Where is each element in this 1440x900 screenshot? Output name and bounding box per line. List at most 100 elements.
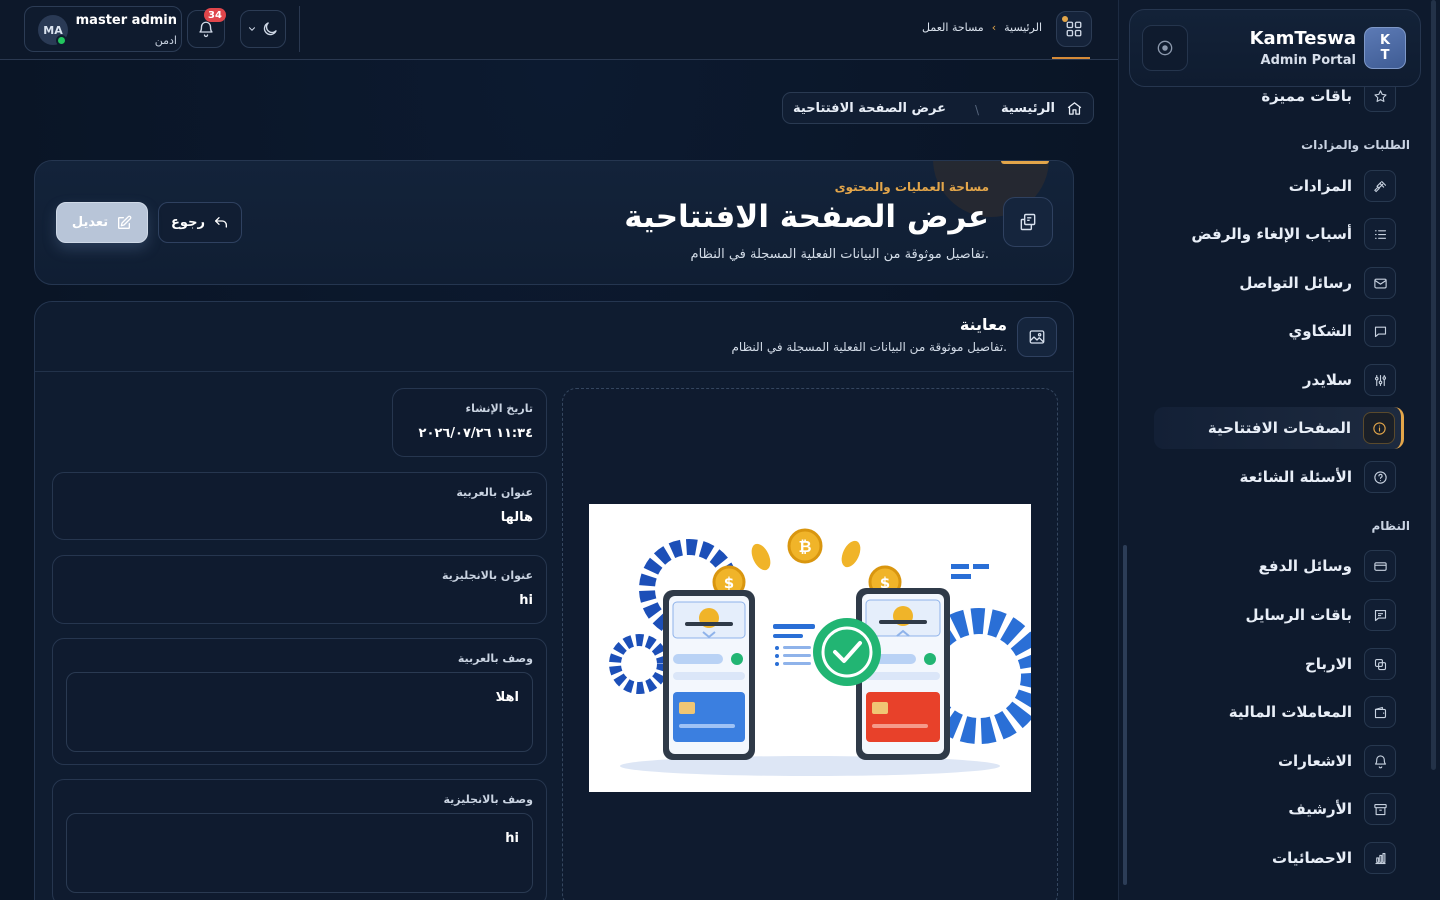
- preview-icon-box: [1017, 317, 1057, 357]
- chat-icon: [1364, 315, 1396, 347]
- info-icon: [1363, 412, 1395, 444]
- sidebar-item-slider[interactable]: سلايدر: [1146, 360, 1396, 400]
- sidebar-collapse-button[interactable]: [1142, 25, 1188, 71]
- created-at-field: تاريخ الإنشاء ١١:٣٤ ٢٠٢٦/٠٧/٢٦: [392, 388, 547, 457]
- main-content: الرئيسية \ عرض الصفحة الافتتاحية مساحة ا…: [0, 60, 1118, 900]
- page-subtitle: تفاصيل موثوقة من البيانات الفعلية المسجل…: [690, 247, 989, 262]
- sliders-icon: [1364, 364, 1396, 396]
- title-ar-field: عنوان بالعربية هالها: [52, 472, 547, 540]
- help-icon: [1364, 461, 1396, 493]
- title-en-label: عنوان بالانجليزية: [441, 569, 533, 582]
- sidebar-item-archive[interactable]: الأرشيف: [1146, 789, 1396, 829]
- grid-icon: [1065, 20, 1083, 38]
- brand-name: KamTeswa: [1249, 28, 1356, 49]
- desc-ar-box: اهلا: [66, 672, 533, 752]
- breadcrumb-separator: \: [974, 103, 979, 117]
- gavel-icon: [1364, 170, 1396, 202]
- desc-en-label: وصف بالانجليزية: [443, 793, 533, 806]
- sidebar-scrollbar[interactable]: [1431, 0, 1436, 770]
- bell-icon: [197, 20, 215, 38]
- title-en-field: عنوان بالانجليزية hi: [52, 555, 547, 624]
- desc-ar-label: وصف بالعربية: [457, 652, 533, 665]
- sidebar-item-message-packages[interactable]: باقات الرسايل: [1146, 595, 1396, 635]
- brand-logo-bottom: T: [1380, 48, 1390, 63]
- target-icon: [1155, 38, 1175, 58]
- user-role: ادمن: [154, 34, 177, 47]
- sidebar-item-label: الشكاوي: [1288, 322, 1352, 340]
- sidebar: باقات مميزة الطلبات والمزادات المزادات أ…: [1118, 0, 1440, 900]
- image-icon: [1028, 328, 1046, 346]
- sidebar-item-transactions[interactable]: المعاملات المالية: [1146, 692, 1396, 732]
- sidebar-item-label: الصفحات الافتتاحية: [1207, 419, 1351, 437]
- preview-panel-header: معاينة تفاصيل موثوقة من البيانات الفعلية…: [35, 302, 1073, 372]
- home-icon[interactable]: [1066, 100, 1083, 117]
- theme-toggle-button[interactable]: [240, 10, 286, 48]
- desc-en-box: hi: [66, 813, 533, 893]
- page-header-card: مساحة العمليات والمحتوى عرض الصفحة الافت…: [34, 160, 1074, 285]
- sidebar-item-profits[interactable]: الارباح: [1146, 644, 1396, 684]
- sidebar-item-label: وسائل الدفع: [1258, 557, 1352, 575]
- copy-icon: [1018, 212, 1038, 232]
- desc-ar-value: اهلا: [495, 690, 519, 705]
- brand-logo-top: K: [1379, 33, 1391, 48]
- edit-button[interactable]: تعديل: [56, 202, 148, 243]
- header-icon-box: [1003, 197, 1053, 247]
- message-icon: [1364, 599, 1396, 631]
- desc-en-field: وصف بالانجليزية hi: [52, 779, 547, 900]
- sidebar-item-label: الأرشيف: [1288, 800, 1352, 818]
- moon-icon: [261, 20, 279, 38]
- sidebar-section-system: النظام: [1371, 519, 1410, 533]
- sidebar-section-orders: الطلبات والمزادات: [1301, 138, 1410, 152]
- topbar-breadcrumb-current: مساحة العمل: [922, 21, 984, 34]
- nav-scrollbar-thumb[interactable]: [1123, 545, 1127, 885]
- online-status-dot: [56, 35, 67, 46]
- wallet-icon: [1364, 696, 1396, 728]
- sidebar-item-label: باقات مميزة: [1261, 87, 1352, 105]
- apps-grid-button[interactable]: [1056, 11, 1092, 47]
- sidebar-item-auctions[interactable]: المزادات: [1146, 166, 1396, 206]
- sidebar-item-statistics[interactable]: الاحصائيات: [1146, 838, 1396, 878]
- title-en-value: hi: [519, 593, 533, 608]
- edit-button-label: تعديل: [71, 215, 109, 230]
- sidebar-item-label: المعاملات المالية: [1228, 703, 1352, 721]
- breadcrumb-home[interactable]: الرئيسية: [1001, 101, 1055, 116]
- title-ar-value: هالها: [500, 510, 533, 525]
- coins-icon: [1364, 648, 1396, 680]
- sidebar-item-contact-messages[interactable]: رسائل التواصل: [1146, 263, 1396, 303]
- created-at-value: ١١:٣٤ ٢٠٢٦/٠٧/٢٦: [418, 426, 533, 441]
- list-icon: [1364, 218, 1396, 250]
- sidebar-item-label: باقات الرسايل: [1245, 606, 1352, 624]
- breadcrumb-current: عرض الصفحة الافتتاحية: [793, 101, 946, 116]
- topbar-breadcrumb: الرئيسية ‹ مساحة العمل: [922, 21, 1042, 34]
- user-menu[interactable]: MA master admin ادمن: [24, 6, 182, 52]
- brand-card: K T KamTeswa Admin Portal: [1129, 9, 1421, 87]
- breadcrumb: الرئيسية \ عرض الصفحة الافتتاحية: [782, 92, 1094, 124]
- topbar-divider: [299, 6, 300, 52]
- sidebar-item-notifications[interactable]: الاشعارات: [1146, 741, 1396, 781]
- image-preview-area: ₿ $ $: [562, 388, 1058, 900]
- mail-icon: [1364, 267, 1396, 299]
- chevron-left-icon: ‹: [991, 21, 997, 34]
- brand-logo[interactable]: K T: [1364, 27, 1406, 69]
- topbar: MA master admin ادمن 34 الرئيسية ‹ مساحة…: [0, 0, 1118, 60]
- back-button-label: رجوع: [171, 215, 205, 230]
- sidebar-item-payment-methods[interactable]: وسائل الدفع: [1146, 546, 1396, 586]
- preview-title: معاينة: [959, 315, 1007, 334]
- back-button[interactable]: رجوع: [158, 202, 242, 243]
- topbar-breadcrumb-home[interactable]: الرئيسية: [1004, 21, 1042, 34]
- sidebar-item-complaints[interactable]: الشكاوي: [1146, 311, 1396, 351]
- apps-indicator-dot: [1062, 16, 1068, 22]
- sidebar-item-label: سلايدر: [1302, 371, 1352, 389]
- preview-image[interactable]: ₿ $ $: [589, 504, 1031, 792]
- user-name: master admin: [75, 13, 177, 28]
- sidebar-item-cancel-reasons[interactable]: أسباب الإلغاء والرفض: [1146, 214, 1396, 254]
- edit-icon: [116, 215, 132, 231]
- card-icon: [1364, 550, 1396, 582]
- chevron-down-icon: [247, 24, 257, 34]
- page-kicker: مساحة العمليات والمحتوى: [834, 180, 989, 194]
- preview-subtitle: تفاصيل موثوقة من البيانات الفعلية المسجل…: [731, 340, 1007, 354]
- sidebar-item-faq[interactable]: الأسئلة الشائعة: [1146, 457, 1396, 497]
- sidebar-item-label: المزادات: [1288, 177, 1352, 195]
- brand-subtitle: Admin Portal: [1260, 53, 1356, 68]
- sidebar-item-splash-pages[interactable]: الصفحات الافتتاحية: [1154, 407, 1404, 449]
